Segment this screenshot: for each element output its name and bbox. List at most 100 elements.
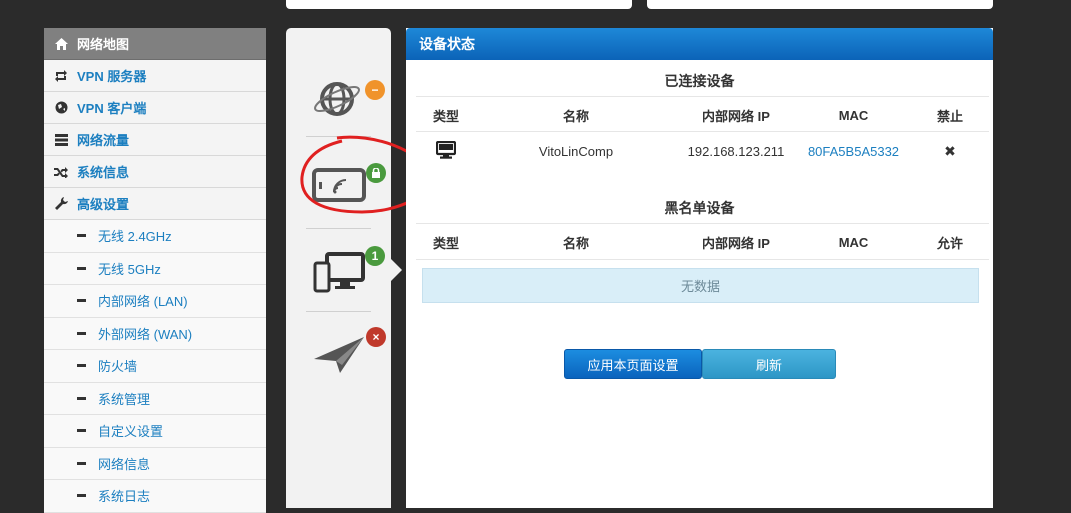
dash-icon bbox=[77, 299, 86, 303]
refresh-button[interactable]: 刷新 bbox=[702, 349, 836, 379]
sidebar-subitem-label: 无线 2.4GHz bbox=[98, 229, 172, 245]
selected-pointer bbox=[391, 259, 402, 281]
header-ip: 内部网络 IP bbox=[702, 108, 770, 124]
header-type: 类型 bbox=[432, 108, 459, 124]
shuffle-icon bbox=[54, 165, 68, 179]
sidebar-subitem-custom[interactable]: 自定义设置 bbox=[44, 415, 266, 448]
dash-icon bbox=[77, 364, 86, 368]
badge-text: × bbox=[372, 330, 380, 344]
device-ip: 192.168.123.211 bbox=[687, 143, 785, 159]
sidebar-subitem-wireless-24[interactable]: 无线 2.4GHz bbox=[44, 220, 266, 253]
header-name: 名称 bbox=[562, 235, 589, 251]
blacklist-title: 黑名单设备 bbox=[664, 200, 735, 216]
sidebar-subitem-firewall[interactable]: 防火墙 bbox=[44, 350, 266, 383]
dash-icon bbox=[77, 429, 86, 433]
sidebar-subitem-lan[interactable]: 内部网络 (LAN) bbox=[44, 285, 266, 318]
sidebar-subitem-label: 外部网络 (WAN) bbox=[98, 326, 193, 342]
sidebar-subitem-wan[interactable]: 外部网络 (WAN) bbox=[44, 317, 266, 350]
sidebar-item-label: 系统信息 bbox=[77, 165, 130, 180]
globe-satellite-icon bbox=[314, 82, 360, 116]
loop-icon bbox=[54, 69, 68, 83]
block-device-button[interactable]: ✖ bbox=[911, 143, 989, 160]
divider bbox=[306, 136, 371, 137]
device-mac-link[interactable]: 80FA5B5A5332 bbox=[796, 144, 911, 159]
divider bbox=[416, 259, 989, 260]
sidebar-subitem-label: 系统管理 bbox=[98, 391, 151, 407]
top-panel-left bbox=[286, 0, 632, 9]
sidebar-subitem-wireless-5[interactable]: 无线 5GHz bbox=[44, 252, 266, 285]
connected-devices-title: 已连接设备 bbox=[664, 73, 735, 89]
home-icon bbox=[54, 37, 68, 51]
sidebar-item-traffic[interactable]: 网络流量 bbox=[44, 124, 266, 156]
divider bbox=[416, 96, 989, 97]
sidebar-subitem-syslog[interactable]: 系统日志 bbox=[44, 480, 266, 513]
apply-settings-button[interactable]: 应用本页面设置 bbox=[564, 349, 702, 379]
sidebar-subitem-label: 内部网络 (LAN) bbox=[98, 294, 188, 310]
divider bbox=[306, 228, 371, 229]
table-row: VitoLinComp 192.168.123.211 80FA5B5A5332… bbox=[416, 140, 989, 162]
dash-icon bbox=[77, 494, 86, 498]
sidebar-subitem-label: 网络信息 bbox=[98, 456, 151, 472]
internet-status[interactable]: − bbox=[286, 68, 391, 128]
panel-header: 设备状态 bbox=[406, 28, 993, 60]
sidebar-item-label: 网络流量 bbox=[77, 133, 130, 148]
sidebar-subitem-label: 系统日志 bbox=[98, 489, 151, 505]
badge-text: − bbox=[371, 83, 379, 97]
divider bbox=[306, 311, 371, 312]
sidebar-item-vpn-server[interactable]: VPN 服务器 bbox=[44, 60, 266, 92]
lock-icon bbox=[372, 168, 380, 178]
network-map-icons: − 1 × bbox=[286, 28, 391, 508]
sidebar-subitem-network-info[interactable]: 网络信息 bbox=[44, 447, 266, 480]
sidebar-item-system-info[interactable]: 系统信息 bbox=[44, 156, 266, 188]
dash-icon bbox=[77, 331, 86, 335]
wrench-icon bbox=[54, 197, 68, 211]
dash-icon bbox=[77, 266, 86, 270]
divider bbox=[416, 223, 989, 224]
dash-icon bbox=[77, 396, 86, 400]
device-type-cell bbox=[416, 140, 476, 162]
clients-count-badge: 1 bbox=[365, 246, 385, 266]
header-ip: 内部网络 IP bbox=[702, 235, 770, 251]
device-status-panel: 设备状态 已连接设备 类型 名称 内部网络 IP MAC 禁止 VitoLinC… bbox=[406, 28, 993, 508]
header-type: 类型 bbox=[432, 235, 459, 251]
sidebar-item-label: VPN 客户端 bbox=[77, 101, 147, 116]
sidebar-item-label: 网络地图 bbox=[77, 37, 130, 52]
sidebar-item-advanced[interactable]: 高级设置 bbox=[44, 188, 266, 220]
sidebar-subitem-label: 自定义设置 bbox=[98, 424, 164, 440]
header-block: 禁止 bbox=[936, 108, 963, 124]
wireless-status[interactable] bbox=[286, 148, 391, 208]
panel-title: 设备状态 bbox=[419, 36, 475, 52]
device-name: VitoLinComp bbox=[538, 143, 614, 159]
paper-plane-icon bbox=[314, 337, 364, 373]
sidebar-item-vpn-client[interactable]: VPN 客户端 bbox=[44, 92, 266, 124]
wireless-lock-badge bbox=[366, 163, 386, 183]
sidebar-item-network-map[interactable]: 网络地图 bbox=[44, 28, 266, 60]
sidebar-menu: 网络地图 VPN 服务器 VPN 客户端 网络流量 系统信息 高级设置 无线 2… bbox=[44, 28, 266, 513]
tablet-wifi-icon bbox=[312, 168, 366, 202]
connected-table-header: 类型 名称 内部网络 IP MAC 禁止 bbox=[416, 106, 989, 124]
globe-icon bbox=[54, 101, 68, 115]
sidebar-item-label: VPN 服务器 bbox=[77, 69, 147, 84]
header-allow: 允许 bbox=[936, 235, 963, 251]
badge-text: 1 bbox=[371, 249, 379, 263]
desktop-icon bbox=[435, 140, 457, 159]
header-mac: MAC bbox=[838, 107, 869, 123]
internet-status-badge: − bbox=[365, 80, 385, 100]
sidebar-subitem-label: 防火墙 bbox=[98, 359, 138, 375]
dash-icon bbox=[77, 461, 86, 465]
sidebar-item-label: 高级设置 bbox=[77, 197, 130, 212]
dash-icon bbox=[77, 234, 86, 238]
blacklist-table-header: 类型 名称 内部网络 IP MAC 允许 bbox=[416, 233, 989, 251]
sidebar-subitem-label: 无线 5GHz bbox=[98, 261, 161, 277]
divider bbox=[416, 131, 989, 132]
header-name: 名称 bbox=[562, 108, 589, 124]
header-mac: MAC bbox=[838, 234, 869, 250]
devices-icon bbox=[313, 252, 365, 293]
usb-status-badge: × bbox=[366, 327, 386, 347]
sidebar-subitem-admin[interactable]: 系统管理 bbox=[44, 382, 266, 415]
top-panel-right bbox=[647, 0, 993, 9]
usb-status[interactable]: × bbox=[286, 323, 391, 383]
clients-status[interactable]: 1 bbox=[286, 238, 391, 308]
empty-blacklist-message: 无数据 bbox=[422, 268, 979, 303]
list-icon bbox=[54, 133, 68, 147]
